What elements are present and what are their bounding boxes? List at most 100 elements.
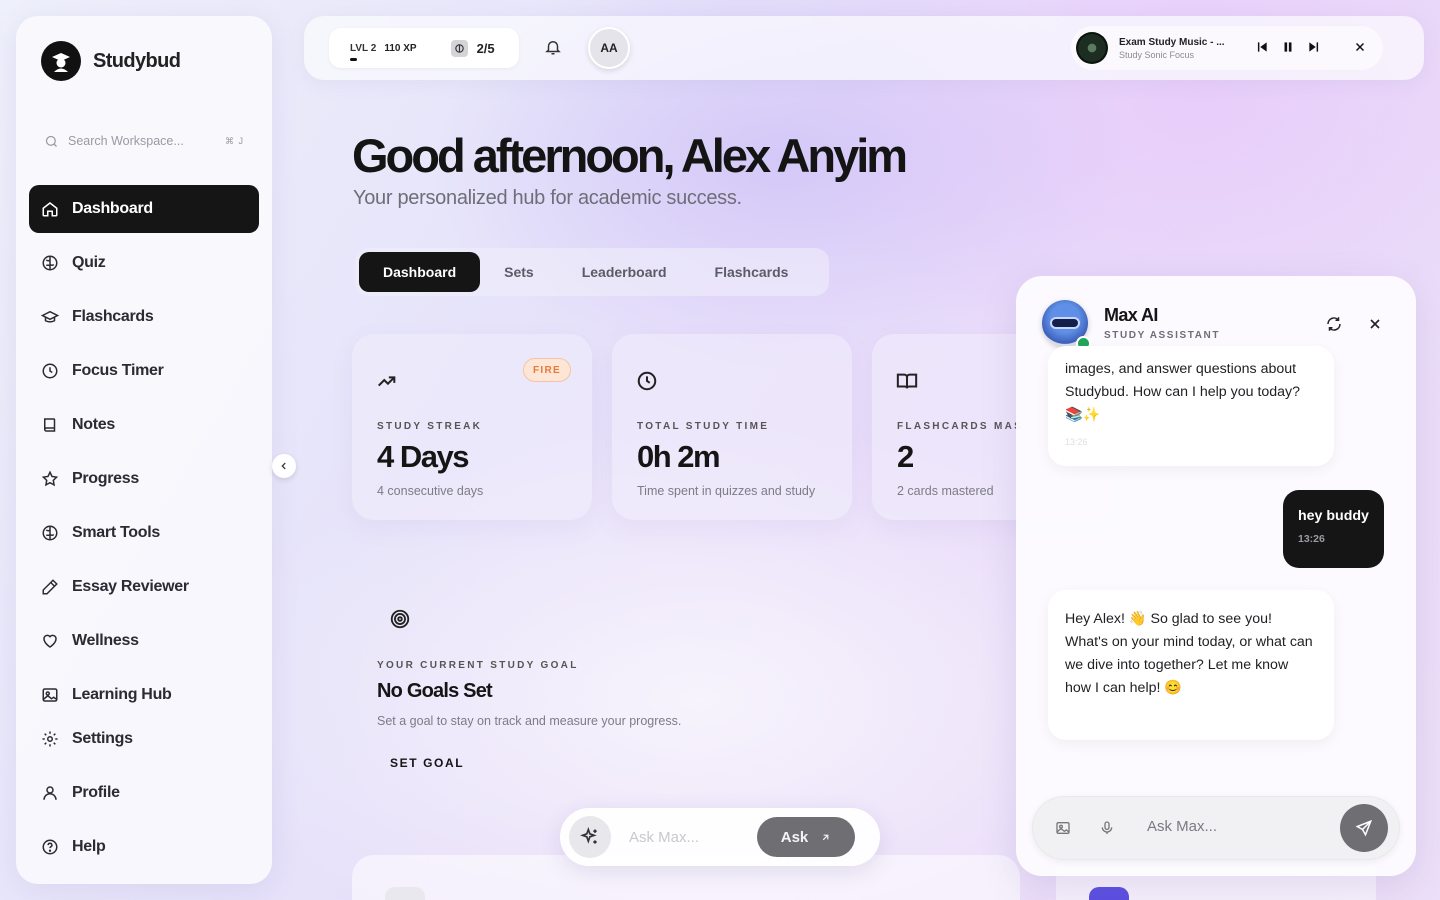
image-icon[interactable] [1055, 820, 1071, 836]
stat-description: 4 consecutive days [377, 484, 484, 498]
sidebar-item-focus-timer[interactable]: Focus Timer [29, 347, 259, 395]
chat-input[interactable]: Ask Max... [1147, 818, 1217, 835]
message-time: 13:26 [1298, 533, 1325, 545]
sidebar-item-notes[interactable]: Notes [29, 401, 259, 449]
top-bar: LVL 2 110 XP 2/5 AA Exam Study Music - .… [304, 16, 1424, 80]
set-goal-button[interactable]: SET GOAL [390, 756, 464, 770]
sidebar-item-settings[interactable]: Settings [29, 715, 259, 763]
sidebar: Studybud Search Workspace... ⌘ J Dashboa… [16, 16, 296, 884]
chat-input-bar: Ask Max... [1032, 796, 1400, 860]
stat-value: 0h 2m [637, 439, 721, 474]
sidebar-item-label: Focus Timer [72, 362, 164, 379]
tab-leaderboard[interactable]: Leaderboard [558, 252, 691, 292]
arrow-up-right-icon [823, 834, 829, 840]
tab-dashboard[interactable]: Dashboard [359, 252, 481, 292]
sidebar-item-label: Learning Hub [72, 686, 172, 703]
sidebar-item-essay-reviewer[interactable]: Essay Reviewer [29, 563, 259, 611]
star-icon [41, 470, 59, 487]
goal-title: No Goals Set [377, 680, 493, 702]
brand-name: Studybud [93, 49, 181, 72]
brand[interactable]: Studybud [41, 41, 181, 81]
sidebar-item-wellness[interactable]: Wellness [29, 617, 259, 665]
track-info: Exam Study Music - ... Study Sonic Focus [1119, 37, 1225, 60]
total-study-time-card[interactable]: TOTAL STUDY TIME 0h 2m Time spent in qui… [612, 334, 852, 520]
search-icon [45, 135, 57, 147]
sidebar-item-label: Flashcards [72, 308, 154, 325]
gear-icon [42, 731, 58, 747]
sidebar-item-label: Profile [72, 784, 120, 801]
ask-input[interactable]: Ask Max... [629, 829, 757, 846]
xp-status[interactable]: LVL 2 110 XP 2/5 [329, 28, 519, 68]
search-shortcut: ⌘ J [224, 135, 244, 146]
chat-message-bot: Hey Alex! 👋 So glad to see you! What's o… [1048, 590, 1334, 740]
sidebar-item-progress[interactable]: Progress [29, 455, 259, 503]
calendar-icon [385, 887, 425, 900]
avatar[interactable]: AA [588, 27, 630, 69]
sidebar-nav: Dashboard Quiz Flashcards Focus Timer No… [29, 185, 259, 877]
clock-icon [42, 363, 58, 379]
ask-button-label: Ask [780, 828, 809, 846]
sidebar-item-label: Notes [72, 416, 115, 433]
sidebar-item-dashboard[interactable]: Dashboard [29, 185, 259, 233]
sidebar-item-label: Quiz [72, 254, 106, 271]
ask-button[interactable]: Ask [757, 817, 855, 857]
stat-description: 2 cards mastered [897, 484, 994, 498]
chevron-left-icon [281, 462, 286, 470]
home-icon [42, 202, 58, 217]
heart-icon [43, 634, 57, 648]
skip-forward-icon[interactable] [1307, 40, 1321, 54]
sidebar-item-learning-hub[interactable]: Learning Hub [29, 671, 259, 719]
close-icon[interactable] [1367, 316, 1383, 332]
music-player: Exam Study Music - ... Study Sonic Focus [1071, 26, 1383, 70]
microphone-icon[interactable] [1099, 820, 1115, 836]
level-progress-bar [350, 57, 357, 61]
sidebar-item-label: Wellness [72, 632, 139, 649]
bell-icon[interactable] [544, 38, 562, 56]
tab-flashcards[interactable]: Flashcards [691, 252, 813, 292]
search-input[interactable]: Search Workspace... ⌘ J [44, 124, 244, 158]
sidebar-item-label: Dashboard [72, 200, 153, 217]
stat-value: 4 Days [377, 439, 469, 474]
chat-assistant-name: Max AI [1104, 305, 1158, 325]
fire-badge: FIRE [523, 358, 571, 382]
refresh-icon[interactable] [1325, 315, 1343, 333]
send-button[interactable] [1340, 804, 1388, 852]
sidebar-item-profile[interactable]: Profile [29, 769, 259, 817]
stat-label: FLASHCARDS MAS [897, 421, 1024, 432]
pencil-icon [42, 579, 58, 595]
chat-panel: Max AI STUDY ASSISTANT images, and answe… [1016, 276, 1416, 876]
sidebar-item-label: Essay Reviewer [72, 578, 189, 595]
send-icon [1355, 819, 1373, 837]
skip-back-icon[interactable] [1255, 40, 1269, 54]
sidebar-item-flashcards[interactable]: Flashcards [29, 293, 259, 341]
page-title: Good afternoon, Alex Anyim [352, 129, 908, 182]
sidebar-item-quiz[interactable]: Quiz [29, 239, 259, 287]
level-text: LVL 2 [350, 42, 377, 54]
graduation-cap-icon [41, 310, 59, 323]
sparkles-icon[interactable] [569, 816, 611, 858]
pause-icon[interactable] [1281, 40, 1295, 54]
study-streak-card[interactable]: FIRE STUDY STREAK 4 Days 4 consecutive d… [352, 334, 592, 520]
book-icon [44, 418, 56, 432]
level-label: LVL 2 [350, 42, 377, 61]
message-time: 13:26 [1065, 437, 1088, 447]
tab-sets[interactable]: Sets [480, 252, 558, 292]
message-text: hey buddy [1298, 508, 1369, 524]
player-controls [1255, 40, 1321, 54]
sidebar-item-help[interactable]: Help [29, 823, 259, 871]
stat-label: STUDY STREAK [377, 421, 483, 432]
chat-message-bot: images, and answer questions about Study… [1048, 346, 1334, 466]
sidebar-item-smart-tools[interactable]: Smart Tools [29, 509, 259, 557]
sidebar-collapse-button[interactable] [272, 454, 296, 478]
image-icon [42, 688, 58, 702]
search-placeholder: Search Workspace... [68, 134, 184, 148]
trending-up-icon [378, 376, 396, 387]
sidebar-item-label: Help [72, 838, 106, 855]
studybuddy-logo-icon [41, 41, 81, 81]
sidebar-item-label: Progress [72, 470, 139, 487]
stat-label: TOTAL STUDY TIME [637, 421, 770, 432]
brain-icon [42, 525, 58, 541]
stat-value: 2 [897, 439, 914, 474]
close-icon[interactable] [1353, 40, 1367, 54]
message-text: Hey Alex! 👋 So glad to see you! What's o… [1065, 611, 1313, 696]
